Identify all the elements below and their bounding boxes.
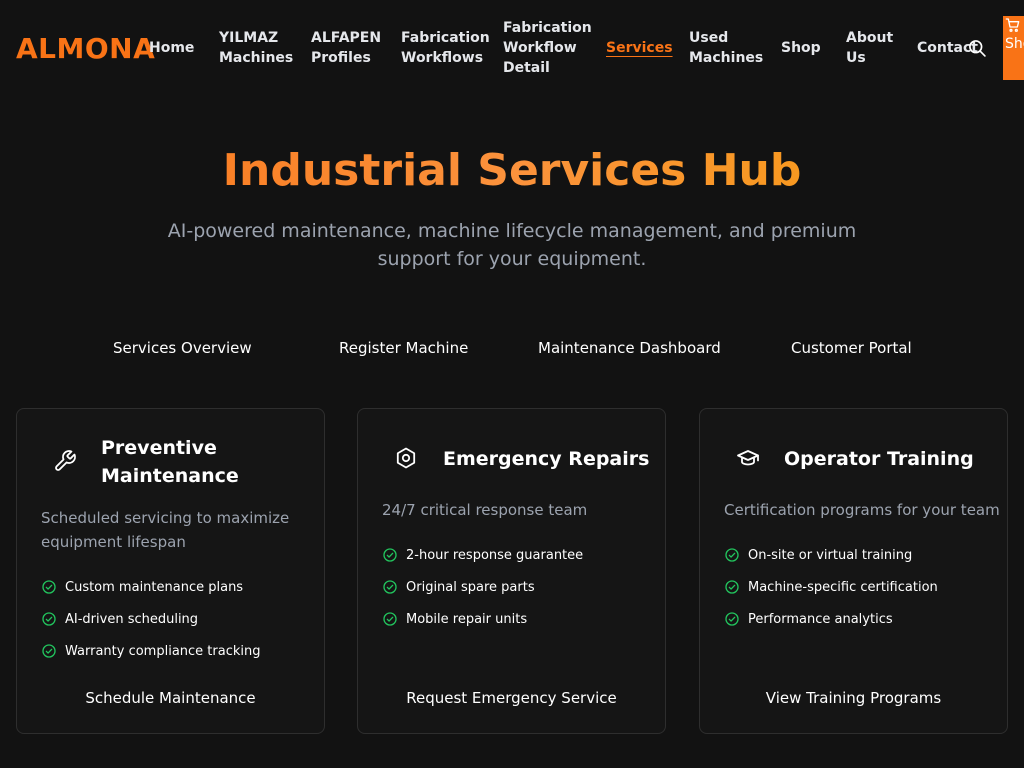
card-title: Preventive Maintenance: [101, 437, 239, 487]
shop-now-button[interactable]: Shop Now: [1003, 16, 1024, 80]
tab-maintenance-dashboard[interactable]: Maintenance Dashboard: [538, 338, 721, 358]
request-emergency-service-button[interactable]: Request Emergency Service: [358, 687, 665, 709]
check-circle-icon: [42, 644, 56, 658]
check-circle-icon: [42, 612, 56, 626]
check-circle-icon: [383, 580, 397, 594]
page-subtitle: AI-powered maintenance, machine lifecycl…: [167, 220, 857, 270]
view-training-programs-button[interactable]: View Training Programs: [700, 687, 1007, 709]
card-description: Certification programs for your team: [724, 501, 1000, 519]
feature-item: On-site or virtual training: [724, 545, 912, 565]
feature-label: Custom maintenance plans: [65, 579, 244, 595]
check-circle-icon: [725, 580, 739, 594]
check-circle-icon: [383, 612, 397, 626]
nav-fabrication-workflows[interactable]: Fabrication Workflows: [401, 28, 490, 68]
hexagon-icon: [396, 447, 416, 469]
cart-icon: [1005, 18, 1020, 32]
card-title: Emergency Repairs: [443, 448, 650, 470]
shop-now-label: Shop Now: [1005, 36, 1024, 52]
nav-shop[interactable]: Shop: [781, 38, 821, 58]
feature-item: Performance analytics: [724, 609, 893, 629]
brand-logo[interactable]: ALMONA: [16, 32, 155, 66]
feature-label: AI-driven scheduling: [65, 611, 199, 627]
schedule-maintenance-button[interactable]: Schedule Maintenance: [17, 687, 324, 709]
check-circle-icon: [725, 548, 739, 562]
feature-label: Mobile repair units: [406, 611, 528, 627]
nav-home[interactable]: Home: [149, 38, 194, 58]
page-title: Industrial Services Hub: [0, 142, 1024, 200]
tab-register-machine[interactable]: Register Machine: [339, 338, 468, 358]
feature-item: Warranty compliance tracking: [41, 641, 261, 661]
card-description: Scheduled servicing to maximize equipmen…: [41, 509, 290, 551]
card-title: Operator Training: [784, 448, 974, 470]
nav-yilmaz-machines[interactable]: YILMAZ Machines: [219, 28, 293, 68]
nav-alfapen-profiles[interactable]: ALFAPEN Profiles: [311, 28, 381, 68]
check-circle-icon: [42, 580, 56, 594]
feature-label: Performance analytics: [748, 611, 893, 627]
feature-label: Machine-specific certification: [748, 579, 938, 595]
search-icon[interactable]: [967, 38, 987, 58]
nav-about-us[interactable]: About Us: [846, 28, 896, 68]
feature-item: Custom maintenance plans: [41, 577, 243, 597]
feature-item: AI-driven scheduling: [41, 609, 198, 629]
feature-label: On-site or virtual training: [748, 547, 913, 563]
feature-item: 2-hour response guarantee: [382, 545, 583, 565]
feature-label: Original spare parts: [406, 579, 535, 595]
feature-label: 2-hour response guarantee: [406, 547, 584, 563]
service-card-operator-training: Operator Training Certification programs…: [699, 408, 1008, 734]
wrench-icon: [55, 450, 76, 471]
nav-used-machines[interactable]: Used Machines: [689, 28, 763, 68]
site-header: ALMONA Home YILMAZ Machines ALFAPEN Prof…: [0, 0, 1024, 96]
nav-fabrication-workflow-detail[interactable]: Fabrication Workflow Detail: [503, 18, 592, 78]
service-card-preventive-maintenance: Preventive Maintenance Scheduled servici…: [16, 408, 325, 734]
tab-services-overview[interactable]: Services Overview: [113, 338, 252, 358]
check-circle-icon: [383, 548, 397, 562]
feature-item: Machine-specific certification: [724, 577, 938, 597]
nav-services[interactable]: Services: [606, 38, 673, 58]
card-description: 24/7 critical response team: [382, 501, 588, 519]
feature-item: Original spare parts: [382, 577, 535, 597]
feature-label: Warranty compliance tracking: [65, 643, 261, 659]
service-card-emergency-repairs: Emergency Repairs 24/7 critical response…: [357, 408, 666, 734]
graduation-cap-icon: [737, 450, 759, 466]
feature-item: Mobile repair units: [382, 609, 527, 629]
tab-customer-portal[interactable]: Customer Portal: [791, 338, 912, 358]
check-circle-icon: [725, 612, 739, 626]
